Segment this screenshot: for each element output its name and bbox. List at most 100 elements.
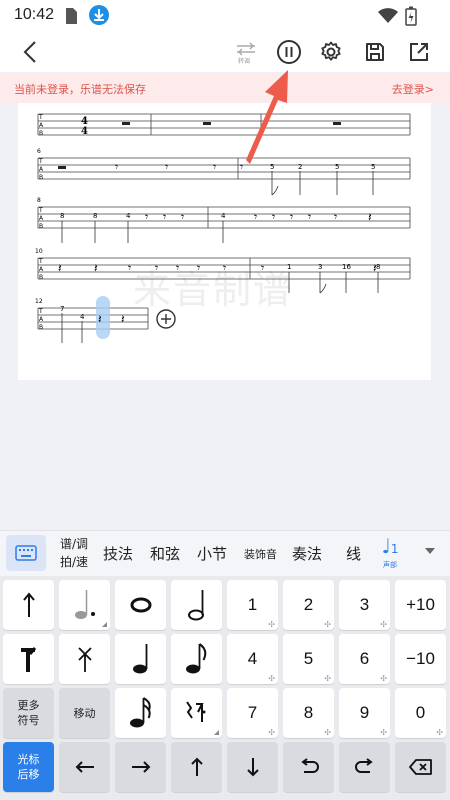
move-key[interactable]: 移动 (59, 688, 110, 738)
arrow-up-nav-key[interactable] (171, 742, 222, 792)
tab-measure[interactable]: 小节 (197, 543, 227, 564)
keyboard-toggle-button[interactable] (6, 535, 46, 571)
pause-icon (277, 40, 301, 64)
dead-note-key[interactable] (59, 634, 110, 684)
tuplet-rest-icon (185, 701, 205, 722)
time-sig-bottom: 4 (81, 126, 88, 137)
cursor-back-key[interactable]: 光标 后移 (3, 742, 54, 792)
number-6-key[interactable]: 6 ✣ (339, 634, 390, 684)
number-4-key[interactable]: 4 ✣ (227, 634, 278, 684)
voice-label: 声部 (383, 561, 397, 569)
share-button[interactable] (405, 38, 433, 66)
svg-text:𝄾: 𝄾 (155, 261, 158, 275)
svg-text:T: T (38, 308, 43, 315)
svg-text:𝄾: 𝄾 (181, 210, 184, 224)
minus-10-key[interactable]: −10 (395, 634, 446, 684)
more-symbols-key[interactable]: 更多 符号 (3, 688, 54, 738)
svg-text:T: T (38, 207, 43, 214)
dotted-quarter-note-icon (74, 590, 95, 619)
number-0-key[interactable]: 0 ✣ (395, 688, 446, 738)
save-icon (366, 43, 384, 61)
voice-selector[interactable]: ♩1 声部 (372, 535, 408, 573)
chevron-down-icon[interactable] (424, 547, 436, 555)
number-3-key[interactable]: 3 ✣ (339, 580, 390, 630)
score-system-1: T A B 4 4 (37, 113, 411, 137)
svg-text:𝄽: 𝄽 (94, 261, 98, 275)
tab-line[interactable]: 线 (346, 543, 361, 564)
tab-playing-style[interactable]: 奏法 (292, 543, 322, 564)
settings-button[interactable] (317, 38, 345, 66)
fret-number: 8 (376, 263, 380, 271)
svg-text:𝄾: 𝄾 (197, 261, 200, 275)
beat-tempo-label: 拍/速 (59, 555, 89, 569)
save-button[interactable] (361, 38, 389, 66)
score-canvas[interactable]: 来音制谱 T A B 4 4 6 TAB 𝄾 𝄾 𝄾 𝄾 5 2 5 5 8 T… (18, 103, 431, 380)
number-8-key[interactable]: 8 ✣ (283, 688, 334, 738)
fret-number: 4 (126, 212, 131, 220)
backspace-key[interactable] (395, 742, 446, 792)
number-1-key[interactable]: 1 ✣ (227, 580, 278, 630)
backspace-icon (408, 759, 432, 775)
number-2-key[interactable]: 2 ✣ (283, 580, 334, 630)
download-notification-icon (89, 5, 109, 25)
score-tempo-tab[interactable]: 谱/调 拍/速 (56, 535, 92, 571)
measure-number-10: 10 (35, 248, 43, 255)
dotted-note-key[interactable] (59, 580, 110, 630)
tab-clef-t: T (38, 114, 43, 121)
tuplet-rest-key[interactable] (171, 688, 222, 738)
svg-text:𝄽: 𝄽 (368, 210, 372, 224)
fret-number: 1 (287, 263, 291, 271)
tab-ornament[interactable]: 装饰音 (244, 546, 277, 562)
svg-text:𝄾: 𝄾 (261, 261, 264, 275)
quarter-note-key[interactable] (115, 634, 166, 684)
battery-icon (405, 6, 417, 26)
svg-text:𝄾: 𝄾 (176, 261, 179, 275)
svg-text:B: B (39, 274, 43, 281)
whole-note-key[interactable] (115, 580, 166, 630)
svg-text:T: T (38, 158, 43, 165)
arrow-left-icon (75, 761, 94, 773)
undo-key[interactable] (283, 742, 334, 792)
fret-number: 7 (60, 305, 64, 313)
eighth-note-key[interactable] (171, 634, 222, 684)
back-button[interactable] (16, 38, 44, 66)
measure-number-8: 8 (37, 197, 41, 204)
score-system-2: 6 TAB 𝄾 𝄾 𝄾 𝄾 5 2 5 5 (37, 148, 411, 196)
svg-text:𝄾: 𝄾 (165, 160, 168, 174)
arrow-down-icon (246, 758, 259, 777)
number-5-key[interactable]: 5 ✣ (283, 634, 334, 684)
svg-text:𝄽: 𝄽 (98, 312, 102, 326)
svg-text:B: B (39, 223, 43, 230)
arrow-up-key[interactable] (3, 580, 54, 630)
settings-icon (321, 41, 341, 61)
svg-text:B: B (39, 174, 43, 181)
sim-card-icon (66, 8, 77, 24)
score-system-3: 8 TAB 8 8 4 4 𝄾 𝄾 𝄾 𝄾 𝄾 𝄾 𝄾 𝄾 𝄽 (37, 197, 411, 243)
rest-key[interactable] (3, 634, 54, 684)
score-system-5: 12 TAB 7 4 𝄽 𝄽 (35, 296, 149, 343)
pause-button[interactable] (275, 38, 303, 66)
back-icon (23, 41, 36, 63)
arrow-left-key[interactable] (59, 742, 110, 792)
fret-number: 4 (80, 313, 85, 321)
share-icon (410, 43, 428, 61)
svg-text:B: B (39, 324, 43, 331)
redo-key[interactable] (339, 742, 390, 792)
status-bar: 10:42 (0, 0, 450, 32)
undo-icon (300, 758, 319, 773)
fret-number: 4 (221, 212, 226, 220)
arrow-down-key[interactable] (227, 742, 278, 792)
measure-number-6: 6 (37, 148, 41, 155)
login-link[interactable]: 去登录> (392, 81, 434, 97)
sixteenth-note-key[interactable] (115, 688, 166, 738)
tab-technique[interactable]: 技法 (103, 543, 133, 564)
tab-chord[interactable]: 和弦 (150, 543, 180, 564)
arrow-right-key[interactable] (115, 742, 166, 792)
arrow-right-icon (131, 761, 150, 773)
half-note-key[interactable] (171, 580, 222, 630)
number-7-key[interactable]: 7 ✣ (227, 688, 278, 738)
number-9-key[interactable]: 9 ✣ (339, 688, 390, 738)
fret-number: 16 (342, 263, 351, 271)
redo-icon (354, 758, 373, 773)
plus-10-key[interactable]: +10 (395, 580, 446, 630)
